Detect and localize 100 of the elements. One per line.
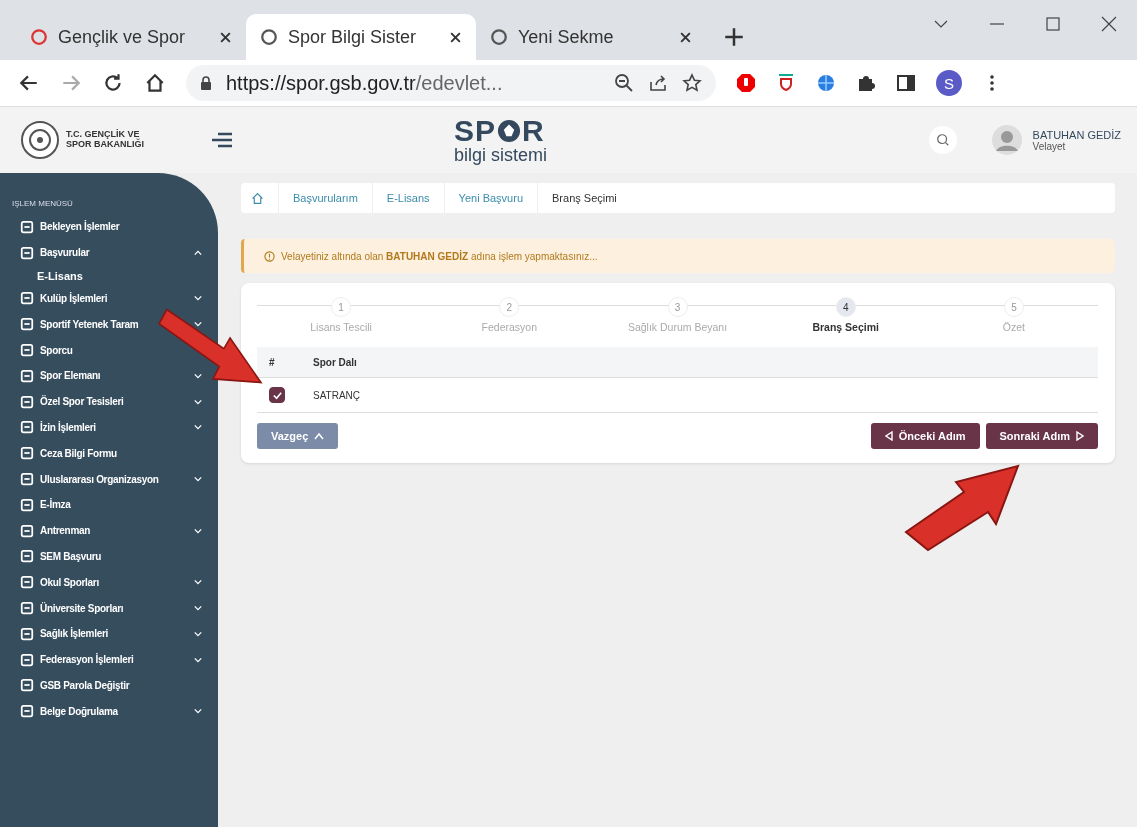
browser-tab[interactable]: Gençlik ve Spor: [16, 14, 246, 60]
menu-item-icon: [20, 652, 34, 667]
close-icon[interactable]: [679, 30, 692, 44]
stop-sign-icon[interactable]: [736, 73, 756, 93]
tab-favicon-icon: [260, 28, 278, 46]
chevron-down-icon[interactable]: [194, 476, 202, 483]
breadcrumb-link[interactable]: Yeni Başvuru: [458, 192, 523, 204]
check-icon: [271, 389, 283, 401]
menu-item-icon: [20, 420, 34, 435]
menu-item-icon: [20, 219, 34, 234]
profile-avatar[interactable]: S: [936, 70, 962, 96]
sidebar-item[interactable]: Üniversite Sporları: [40, 602, 124, 614]
sidebar-item[interactable]: Özel Spor Tesisleri: [40, 396, 124, 408]
maximize-icon[interactable]: [1045, 16, 1061, 32]
browser-tab[interactable]: Spor Bilgi Sister: [246, 14, 476, 60]
chevron-down-icon[interactable]: [194, 321, 202, 328]
sidebar-title: IŞLEM MENÜSÜ: [12, 199, 74, 208]
caret-left-icon: [884, 431, 893, 441]
close-icon[interactable]: [219, 30, 232, 44]
sidebar-item[interactable]: Antrenman: [40, 525, 91, 537]
shield-icon[interactable]: [776, 73, 796, 93]
menu-item-icon: [20, 601, 34, 616]
menu-item-icon: [20, 678, 34, 693]
sidebar-item[interactable]: Bekleyen İşlemler: [40, 221, 120, 233]
chevron-down-icon[interactable]: [194, 527, 202, 534]
browser-tab[interactable]: Yeni Sekme: [476, 14, 706, 60]
reload-icon[interactable]: [102, 72, 124, 94]
zoom-out-icon[interactable]: [614, 73, 634, 93]
menu-item-icon: [20, 317, 34, 332]
table-cell: SATRANÇ: [313, 389, 361, 401]
address-bar[interactable]: https://spor.gsb.gov.tr/edevlet...: [186, 65, 716, 101]
sidebar-item[interactable]: SEM Başvuru: [40, 550, 102, 562]
menu-item-icon: [20, 291, 34, 306]
chevron-down-icon[interactable]: [194, 424, 202, 431]
sidebar-item[interactable]: Sağlık İşlemleri: [40, 628, 109, 640]
sidebar-item[interactable]: Sportif Yetenek Taram: [40, 318, 139, 330]
step-number: 4: [835, 297, 856, 317]
menu-item-icon: [20, 245, 34, 260]
chevron-down-icon[interactable]: [194, 708, 202, 715]
caret-right-icon: [1076, 431, 1084, 441]
sidebar-item[interactable]: Federasyon İşlemleri: [40, 654, 134, 666]
logo-subtitle: bilgi sistemi: [454, 146, 548, 164]
column-header: Spor Dalı: [313, 356, 357, 368]
share-icon[interactable]: [648, 73, 668, 93]
caret-up-icon: [314, 432, 325, 440]
step-label[interactable]: Branş Seçimi: [812, 321, 879, 333]
sidebar-item[interactable]: Uluslararası Organizasyon: [40, 473, 159, 485]
sidebar-item[interactable]: GSB Parola Değiştir: [40, 679, 130, 691]
chevron-down-icon[interactable]: [194, 398, 202, 405]
checkbox[interactable]: [269, 387, 285, 403]
logo-wordmark: SP R: [454, 116, 546, 146]
side-panel-icon[interactable]: [896, 73, 916, 93]
sidebar-item[interactable]: Okul Sporları: [40, 576, 99, 588]
search-button[interactable]: [928, 126, 957, 154]
chevron-down-icon[interactable]: [194, 579, 202, 586]
puzzle-icon[interactable]: [856, 73, 876, 93]
new-tab-icon[interactable]: [724, 27, 744, 47]
menu-item-icon: [20, 472, 34, 487]
user-name: BATUHAN GEDİZ: [1032, 128, 1121, 141]
tab-favicon-icon: [490, 28, 508, 46]
star-icon[interactable]: [682, 73, 702, 93]
chevron-down-icon[interactable]: [194, 630, 202, 637]
sidebar-item[interactable]: Ceza Bilgi Formu: [40, 447, 117, 459]
chevron-down-icon[interactable]: [194, 605, 202, 612]
sidebar-item[interactable]: Belge Doğrulama: [40, 705, 118, 717]
sidebar-item[interactable]: Kulüp İşlemleri: [40, 293, 108, 304]
previous-button[interactable]: Önceki Adım: [870, 423, 980, 449]
sidebar-subitem[interactable]: E-Lisans: [12, 265, 218, 286]
breadcrumb-link[interactable]: Branş Seçimi: [552, 192, 617, 204]
menu-icon[interactable]: [210, 132, 234, 148]
home-icon[interactable]: [144, 72, 166, 94]
search-icon: [935, 133, 950, 147]
menu-item-icon: [20, 523, 34, 538]
sidebar-item[interactable]: Sporcu: [40, 344, 73, 356]
menu-item-icon: [20, 497, 34, 512]
info-icon: [264, 250, 275, 262]
menu-item-icon: [20, 549, 34, 564]
sidebar-item[interactable]: Spor Elemanı: [40, 370, 101, 382]
next-button[interactable]: Sonraki Adım: [985, 423, 1098, 449]
chevron-up-icon[interactable]: [194, 249, 202, 256]
notice-text: Velayetiniz altında olan BATUHAN GEDİZ adına işlem yapmaktasınız...: [281, 250, 598, 262]
chevron-down-icon[interactable]: [194, 295, 202, 302]
sidebar-item[interactable]: E-İmza: [40, 499, 71, 511]
user-avatar-icon: [990, 124, 1023, 156]
tab-title: Gençlik ve Spor: [58, 26, 187, 48]
close-icon[interactable]: [1101, 16, 1117, 32]
close-icon[interactable]: [449, 30, 462, 44]
step-number: 1: [331, 297, 352, 317]
sidebar-item[interactable]: Başvurular: [40, 247, 90, 259]
sidebar-item[interactable]: İzin İşlemleri: [40, 421, 96, 433]
step-number: 2: [499, 297, 520, 317]
url-text: https://spor.gsb.gov.tr/edevlet...: [226, 71, 504, 95]
chevron-down-icon[interactable]: [194, 372, 202, 379]
breadcrumb-link[interactable]: E-Lisans: [386, 192, 430, 204]
step-number: 3: [667, 297, 688, 317]
column-header: #: [268, 356, 276, 368]
breadcrumb-link[interactable]: Başvurularım: [293, 192, 358, 204]
globe-icon[interactable]: [816, 73, 836, 93]
menu-item-icon: [20, 575, 34, 590]
chevron-down-icon[interactable]: [194, 656, 202, 663]
